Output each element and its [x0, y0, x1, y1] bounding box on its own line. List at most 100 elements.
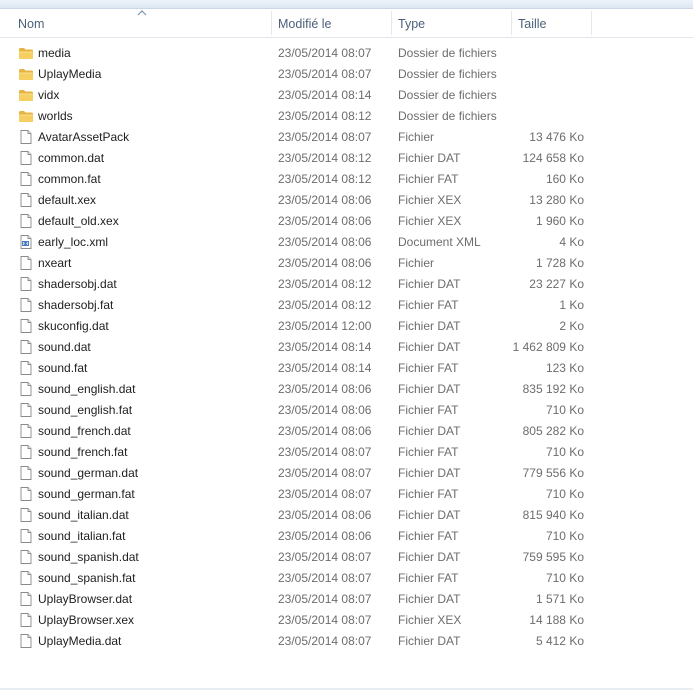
file-modified-date: 23/05/2014 08:12 — [278, 172, 372, 186]
file-row[interactable]: shadersobj.dat 23/05/2014 08:12 Fichier DA… — [0, 274, 693, 295]
folder-row[interactable]: vidx 23/05/2014 08:14 Dossier de fichiers — [0, 85, 693, 106]
file-modified-date: 23/05/2014 08:07 — [278, 67, 372, 81]
file-size: 13 476 Ko — [529, 130, 584, 144]
file-icon — [18, 633, 34, 649]
file-size: 815 940 Ko — [522, 508, 584, 522]
file-row[interactable]: UplayBrowser.xex 23/05/2014 08:07 Fichier … — [0, 610, 693, 631]
file-modified-date: 23/05/2014 08:12 — [278, 277, 372, 291]
file-icon — [18, 192, 34, 208]
file-type: Fichier DAT — [398, 151, 461, 165]
file-type: Fichier FAT — [398, 361, 459, 375]
file-size: 124 658 Ko — [522, 151, 584, 165]
file-type: Fichier XEX — [398, 193, 462, 207]
file-row[interactable]: sound_german.dat 23/05/2014 08:07 Fichier … — [0, 463, 693, 484]
file-row[interactable]: AvatarAssetPack 23/05/2014 08:07 Fichier 13… — [0, 127, 693, 148]
file-size: 1 960 Ko — [535, 214, 584, 228]
file-row[interactable]: sound_german.fat 23/05/2014 08:07 Fichier … — [0, 484, 693, 505]
file-icon — [18, 360, 34, 376]
file-row[interactable]: skuconfig.dat 23/05/2014 12:00 Fichier DAT… — [0, 316, 693, 337]
file-name: common.dat — [38, 151, 105, 165]
file-row[interactable]: sound_french.fat 23/05/2014 08:07 Fichier … — [0, 442, 693, 463]
file-type: Fichier FAT — [398, 403, 459, 417]
column-header-type[interactable]: Type — [392, 9, 511, 37]
file-row[interactable]: sound.fat 23/05/2014 08:14 Fichier FAT 123 … — [0, 358, 693, 379]
file-name: sound_french.dat — [38, 424, 131, 438]
folder-row[interactable]: worlds 23/05/2014 08:12 Dossier de fichier… — [0, 106, 693, 127]
file-row[interactable]: sound_italian.dat 23/05/2014 08:06 Fichier… — [0, 505, 693, 526]
file-size: 710 Ko — [545, 529, 584, 543]
file-name: sound_english.fat — [38, 403, 133, 417]
file-row[interactable]: common.fat 23/05/2014 08:12 Fichier FAT 160… — [0, 169, 693, 190]
file-icon — [18, 444, 34, 460]
file-icon — [18, 255, 34, 271]
file-type: Fichier DAT — [398, 508, 461, 522]
file-icon — [18, 381, 34, 397]
file-row[interactable]: default.xex 23/05/2014 08:06 Fichier XEX 13… — [0, 190, 693, 211]
file-size: 4 Ko — [559, 235, 584, 249]
file-modified-date: 23/05/2014 08:07 — [278, 130, 372, 144]
file-icon — [18, 171, 34, 187]
file-icon — [18, 423, 34, 439]
file-row[interactable]: common.dat 23/05/2014 08:12 Fichier DAT 124… — [0, 148, 693, 169]
file-modified-date: 23/05/2014 08:12 — [278, 298, 372, 312]
file-row[interactable]: nxeart 23/05/2014 08:06 Fichier 1 728 Ko — [0, 253, 693, 274]
file-modified-date: 23/05/2014 08:07 — [278, 613, 372, 627]
file-size: 160 Ko — [545, 172, 584, 186]
file-size: 779 556 Ko — [522, 466, 584, 480]
file-type: Fichier FAT — [398, 529, 459, 543]
file-row[interactable]: UplayMedia.dat 23/05/2014 08:07 Fichier DA… — [0, 631, 693, 652]
file-icon — [18, 150, 34, 166]
file-name: sound_italian.fat — [38, 529, 126, 543]
file-icon — [18, 402, 34, 418]
column-header-size[interactable]: Taille — [512, 9, 592, 37]
file-name: early_loc.xml — [38, 235, 109, 249]
file-modified-date: 23/05/2014 08:06 — [278, 235, 372, 249]
file-type: Fichier FAT — [398, 298, 459, 312]
file-row[interactable]: sound_italian.fat 23/05/2014 08:06 Fichier… — [0, 526, 693, 547]
file-modified-date: 23/05/2014 08:07 — [278, 466, 372, 480]
file-size: 123 Ko — [545, 361, 584, 375]
file-modified-date: 23/05/2014 08:07 — [278, 487, 372, 501]
file-size: 759 595 Ko — [522, 550, 584, 564]
file-size: 5 412 Ko — [535, 634, 584, 648]
file-row[interactable]: sound_spanish.dat 23/05/2014 08:07 Fichier… — [0, 547, 693, 568]
file-row[interactable]: sound_spanish.fat 23/05/2014 08:07 Fichier… — [0, 568, 693, 589]
file-name: nxeart — [38, 256, 72, 270]
file-size: 2 Ko — [559, 319, 584, 333]
file-row[interactable]: sound_french.dat 23/05/2014 08:06 Fichier … — [0, 421, 693, 442]
file-type: Fichier XEX — [398, 613, 462, 627]
file-size: 835 192 Ko — [522, 382, 584, 396]
folder-icon — [18, 45, 34, 61]
folder-row[interactable]: media 23/05/2014 08:07 Dossier de fichiers — [0, 43, 693, 64]
file-row[interactable]: sound.dat 23/05/2014 08:14 Fichier DAT 1 46… — [0, 337, 693, 358]
folder-icon — [18, 66, 34, 82]
file-modified-date: 23/05/2014 08:12 — [278, 151, 372, 165]
file-name: vidx — [38, 88, 60, 102]
folder-row[interactable]: UplayMedia 23/05/2014 08:07 Dossier de fic… — [0, 64, 693, 85]
file-size: 710 Ko — [545, 403, 584, 417]
file-type: Fichier FAT — [398, 571, 459, 585]
file-type: Fichier DAT — [398, 592, 461, 606]
file-row[interactable]: UplayBrowser.dat 23/05/2014 08:07 Fichier … — [0, 589, 693, 610]
file-icon — [18, 507, 34, 523]
file-row[interactable]: sound_english.dat 23/05/2014 08:06 Fichier… — [0, 379, 693, 400]
file-row[interactable]: sound_english.fat 23/05/2014 08:06 Fichier… — [0, 400, 693, 421]
file-modified-date: 23/05/2014 08:14 — [278, 361, 372, 375]
file-icon — [18, 528, 34, 544]
file-modified-date: 23/05/2014 08:12 — [278, 109, 372, 123]
column-separator[interactable] — [591, 11, 592, 35]
file-row[interactable]: early_loc.xml 23/05/2014 08:06 Document XM… — [0, 232, 693, 253]
file-row[interactable]: default_old.xex 23/05/2014 08:06 Fichier X… — [0, 211, 693, 232]
file-icon — [18, 276, 34, 292]
file-name: shadersobj.dat — [38, 277, 117, 291]
column-header-date[interactable]: Modifié le — [272, 9, 391, 37]
file-name: sound_german.fat — [38, 487, 135, 501]
file-type: Dossier de fichiers — [398, 88, 497, 102]
file-type: Fichier DAT — [398, 634, 461, 648]
file-size: 1 571 Ko — [535, 592, 584, 606]
file-name: default.xex — [38, 193, 97, 207]
column-header-name[interactable]: Nom — [12, 9, 271, 37]
file-icon — [18, 486, 34, 502]
file-row[interactable]: shadersobj.fat 23/05/2014 08:12 Fichier FA… — [0, 295, 693, 316]
file-type: Dossier de fichiers — [398, 46, 497, 60]
